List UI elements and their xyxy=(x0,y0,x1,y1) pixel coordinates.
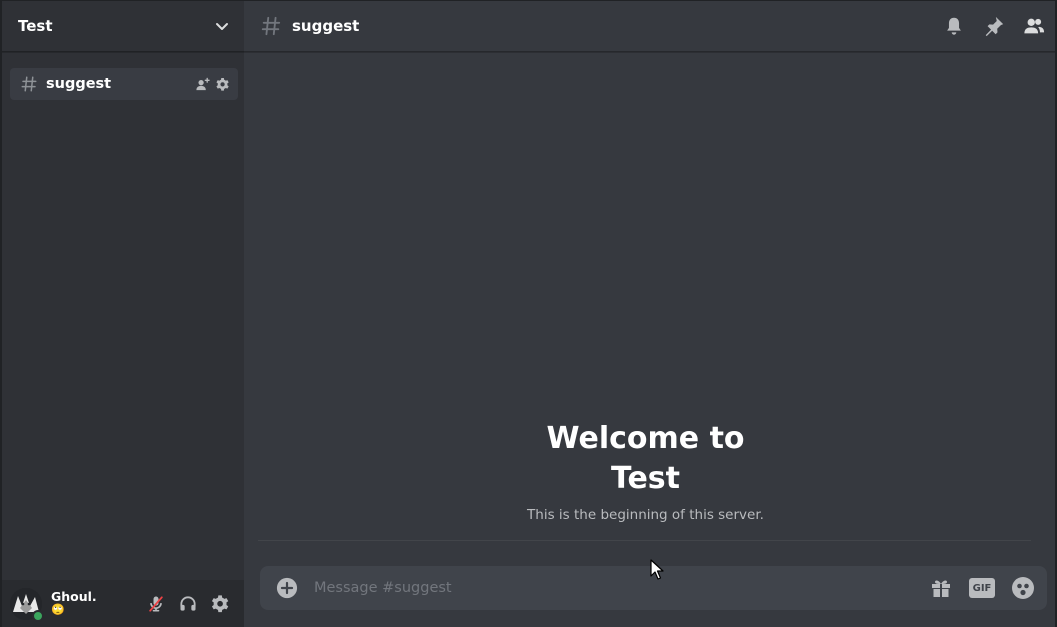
server-name: Test xyxy=(18,17,53,35)
microphone-muted-icon[interactable] xyxy=(146,594,166,614)
welcome-subtitle: This is the beginning of this server. xyxy=(527,507,764,523)
channel-title: suggest xyxy=(292,17,360,35)
members-icon[interactable] xyxy=(1023,15,1045,37)
chat-area: suggest Welcome to Test This is the begi… xyxy=(244,1,1057,627)
mouse-cursor-icon xyxy=(650,559,664,580)
plus-circle-icon[interactable] xyxy=(276,577,298,599)
hash-icon xyxy=(261,16,281,36)
avatar[interactable] xyxy=(10,587,44,622)
discord-app: Test suggest Ghoul. 🙄 suggest Welcome to… xyxy=(0,0,1057,627)
add-member-icon[interactable] xyxy=(195,77,210,92)
gear-icon[interactable] xyxy=(210,594,230,614)
message-input[interactable] xyxy=(314,580,929,596)
custom-status-emoji: 🙄 xyxy=(51,603,65,617)
pin-icon[interactable] xyxy=(983,15,1005,37)
gear-icon[interactable] xyxy=(215,77,230,92)
welcome-title: Welcome to Test xyxy=(546,421,745,496)
channel-header: suggest xyxy=(244,1,1055,52)
channel-sidebar: Test suggest Ghoul. 🙄 xyxy=(2,1,244,627)
username: Ghoul. xyxy=(51,588,97,604)
headphones-icon[interactable] xyxy=(178,594,198,614)
user-panel: Ghoul. 🙄 xyxy=(2,580,244,627)
online-status-dot xyxy=(32,609,44,622)
chevron-down-icon[interactable] xyxy=(214,18,230,34)
gif-button[interactable]: GIF xyxy=(969,578,995,598)
gift-icon[interactable] xyxy=(929,576,953,600)
channel-list: suggest xyxy=(2,52,244,100)
hash-icon xyxy=(21,76,37,92)
bell-icon[interactable] xyxy=(943,15,965,37)
channel-name: suggest xyxy=(46,76,112,92)
channel-item-suggest[interactable]: suggest xyxy=(10,68,238,100)
server-header[interactable]: Test xyxy=(2,1,244,52)
emoji-icon[interactable] xyxy=(1011,576,1035,600)
welcome-section: Welcome to Test This is the beginning of… xyxy=(258,419,1033,523)
divider xyxy=(258,540,1031,541)
